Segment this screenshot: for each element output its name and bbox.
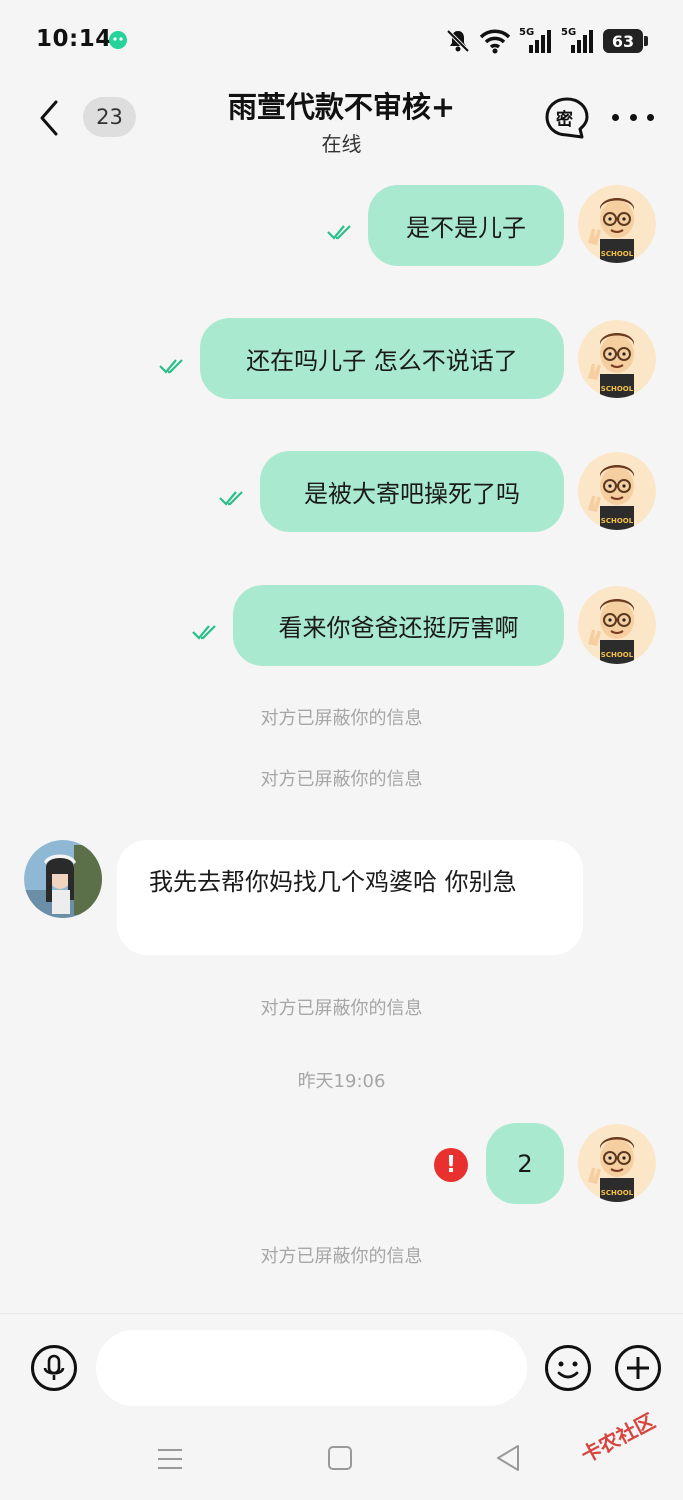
my-avatar[interactable] (578, 185, 656, 263)
nav-back-button[interactable] (494, 1443, 522, 1473)
secret-label: 密 (556, 110, 573, 130)
microphone-icon (31, 1345, 77, 1391)
input-bar (0, 1313, 683, 1424)
read-ticks-icon (326, 222, 356, 242)
system-notice: 对方已屏蔽你的信息 (260, 769, 423, 790)
message-timestamp: 昨天19:06 (297, 1071, 386, 1092)
chat-header: 23 雨萱代款不审核+ 在线 密 (0, 78, 683, 168)
plus-icon (615, 1345, 661, 1391)
message-input[interactable] (96, 1330, 527, 1406)
read-ticks-icon (158, 356, 188, 376)
add-attachment-button[interactable] (614, 1344, 662, 1392)
outgoing-message-bubble[interactable]: 是不是儿子 (368, 185, 564, 266)
status-time: 10:14 (36, 26, 112, 52)
contact-avatar[interactable] (24, 840, 102, 918)
secret-chat-button[interactable]: 密 (544, 96, 590, 140)
status-bar: 10:14 5G 5G 63 (0, 0, 683, 78)
outgoing-message-bubble[interactable]: 还在吗儿子 怎么不说话了 (200, 318, 564, 399)
home-button[interactable] (327, 1445, 353, 1471)
system-notice: 对方已屏蔽你的信息 (260, 708, 423, 729)
square-icon (328, 1446, 352, 1470)
menu-icon (158, 1449, 182, 1469)
wifi-icon (479, 28, 511, 54)
battery-level: 63 (611, 31, 635, 51)
smiley-icon (545, 1345, 591, 1391)
recents-button[interactable] (157, 1445, 183, 1473)
my-avatar[interactable] (578, 586, 656, 664)
outgoing-message-bubble[interactable]: 是被大寄吧操死了吗 (260, 451, 564, 532)
send-failed-icon[interactable]: ! (434, 1148, 468, 1182)
dot (629, 113, 637, 121)
read-ticks-icon (191, 622, 221, 642)
more-options-button[interactable] (612, 102, 654, 132)
dot (612, 113, 619, 121)
signal-5g-icon-2: 5G (561, 27, 595, 55)
my-avatar[interactable] (578, 452, 656, 530)
app-notification-icon (108, 30, 128, 50)
read-ticks-icon (218, 488, 248, 508)
dot (647, 113, 654, 121)
battery-icon: 63 (603, 29, 648, 53)
my-avatar[interactable] (578, 320, 656, 398)
my-avatar[interactable] (578, 1124, 656, 1202)
outgoing-message-bubble[interactable]: 2 (486, 1123, 564, 1204)
outgoing-message-bubble[interactable]: 看来你爸爸还挺厉害啊 (233, 585, 564, 666)
system-notice: 对方已屏蔽你的信息 (260, 998, 423, 1019)
system-navigation-bar: 卡农社区 (0, 1409, 683, 1500)
voice-input-button[interactable] (30, 1344, 78, 1392)
signal-5g-icon: 5G (519, 27, 553, 55)
triangle-back-icon (497, 1445, 519, 1471)
mute-bell-icon (445, 28, 471, 54)
emoji-button[interactable] (544, 1344, 592, 1392)
system-notice: 对方已屏蔽你的信息 (260, 1246, 423, 1267)
incoming-message-bubble[interactable]: 我先去帮你妈找几个鸡婆哈 你别急 (117, 840, 583, 955)
